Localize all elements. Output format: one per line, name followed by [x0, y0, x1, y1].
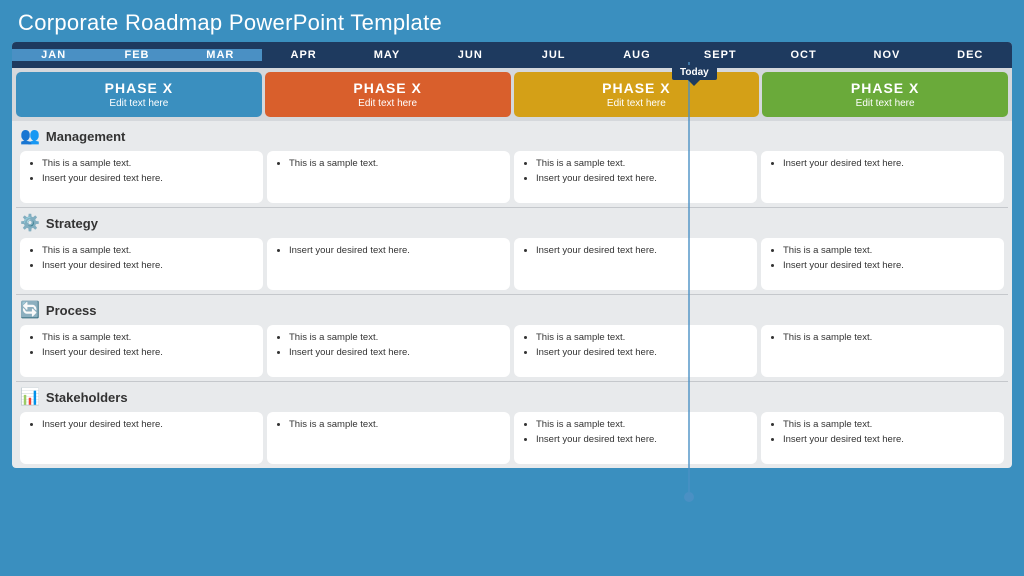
phase-sub-0: Edit text here [20, 98, 258, 109]
card-list-item: This is a sample text. [783, 331, 996, 345]
card-0-1: This is a sample text. [267, 151, 510, 203]
card-list-item: This is a sample text. [42, 157, 255, 171]
month-cell-dec: DEC [929, 49, 1012, 61]
card-1-3: This is a sample text.Insert your desire… [761, 238, 1004, 290]
card-list-item: This is a sample text. [42, 331, 255, 345]
card-0-0: This is a sample text.Insert your desire… [20, 151, 263, 203]
card-3-1: This is a sample text. [267, 412, 510, 464]
cards-row-stakeholders: Insert your desired text here.This is a … [18, 409, 1006, 468]
card-1-2: Insert your desired text here. [514, 238, 757, 290]
category-header-process: 🔄 Process [18, 298, 1006, 322]
phase-sub-2: Edit text here [518, 98, 756, 109]
card-3-0: Insert your desired text here. [20, 412, 263, 464]
card-list-item: This is a sample text. [536, 331, 749, 345]
month-cell-sept: SEPT [679, 49, 762, 61]
cards-row-process: This is a sample text.Insert your desire… [18, 322, 1006, 381]
card-3-3: This is a sample text.Insert your desire… [761, 412, 1004, 464]
phase-sub-1: Edit text here [269, 98, 507, 109]
category-header-stakeholders: 📊 Stakeholders [18, 385, 1006, 409]
card-list-item: This is a sample text. [42, 244, 255, 258]
card-0-3: Insert your desired text here. [761, 151, 1004, 203]
month-cell-feb: FEB [95, 49, 178, 61]
today-dot [684, 492, 694, 502]
category-section-management: 👥ManagementThis is a sample text.Insert … [12, 121, 1012, 207]
category-name-process: Process [46, 303, 97, 318]
category-icon-process: 🔄 [20, 300, 40, 320]
category-section-stakeholders: 📊 Stakeholders Insert your desired text he… [12, 382, 1012, 468]
card-list-item: Insert your desired text here. [783, 157, 996, 171]
card-2-2: This is a sample text.Insert your desire… [514, 325, 757, 377]
phase-box-0: PHASE X Edit text here [16, 72, 262, 117]
month-cell-may: MAY [345, 49, 428, 61]
phase-box-3: PHASE X Edit text here [762, 72, 1008, 117]
category-section-process: 🔄ProcessThis is a sample text.Insert you… [12, 295, 1012, 381]
category-icon-strategy: ⚙️ [20, 213, 40, 233]
category-section-strategy: ⚙️StrategyThis is a sample text.Insert y… [12, 208, 1012, 294]
phase-title-0: PHASE X [20, 80, 258, 96]
month-cell-jan: JAN [12, 49, 95, 61]
card-0-2: This is a sample text.Insert your desire… [514, 151, 757, 203]
card-list-item: This is a sample text. [536, 157, 749, 171]
category-icon-stakeholders: 📊 [20, 387, 40, 407]
card-list-item: This is a sample text. [289, 157, 502, 171]
category-name-stakeholders: Stakeholders [46, 390, 128, 405]
month-cell-mar: MAR [179, 49, 262, 61]
card-list-item: Insert your desired text here. [536, 433, 749, 447]
month-cell-oct: OCT [762, 49, 845, 61]
today-flag: Today [672, 65, 717, 80]
phase-title-1: PHASE X [269, 80, 507, 96]
month-cell-jun: JUN [429, 49, 512, 61]
card-list-item: Insert your desired text here. [42, 172, 255, 186]
month-cell-nov: NOV [845, 49, 928, 61]
page-title: Corporate Roadmap PowerPoint Template [0, 0, 1024, 42]
categories-container: 👥ManagementThis is a sample text.Insert … [12, 121, 1012, 468]
category-name-management: Management [46, 129, 125, 144]
month-cell-apr: APR [262, 49, 345, 61]
card-list-item: Insert your desired text here. [289, 346, 502, 360]
card-2-1: This is a sample text.Insert your desire… [267, 325, 510, 377]
card-list-item: This is a sample text. [536, 418, 749, 432]
month-cell-jul: JUL [512, 49, 595, 61]
card-list-item: This is a sample text. [783, 244, 996, 258]
today-line [688, 62, 690, 492]
card-list-item: This is a sample text. [289, 418, 502, 432]
card-list-item: Insert your desired text here. [783, 433, 996, 447]
phases-row: PHASE X Edit text here PHASE X Edit text he… [12, 68, 1012, 121]
card-list-item: Insert your desired text here. [783, 259, 996, 273]
phase-title-2: PHASE X [518, 80, 756, 96]
category-header-management: 👥 Management [18, 124, 1006, 148]
category-name-strategy: Strategy [46, 216, 98, 231]
card-list-item: This is a sample text. [289, 331, 502, 345]
card-list-item: Insert your desired text here. [536, 172, 749, 186]
card-list-item: Insert your desired text here. [42, 259, 255, 273]
phase-title-3: PHASE X [766, 80, 1004, 96]
card-3-2: This is a sample text.Insert your desire… [514, 412, 757, 464]
phase-box-1: PHASE X Edit text here [265, 72, 511, 117]
card-1-0: This is a sample text.Insert your desire… [20, 238, 263, 290]
content-area: JANFEBMARAPRMAYJUNJULAUGSEPTOCTNOVDEC PH… [12, 42, 1012, 468]
card-list-item: Insert your desired text here. [536, 346, 749, 360]
cards-row-management: This is a sample text.Insert your desire… [18, 148, 1006, 207]
card-list-item: Insert your desired text here. [42, 346, 255, 360]
card-list-item: Insert your desired text here. [42, 418, 255, 432]
cards-row-strategy: This is a sample text.Insert your desire… [18, 235, 1006, 294]
months-row: JANFEBMARAPRMAYJUNJULAUGSEPTOCTNOVDEC [12, 42, 1012, 68]
card-2-3: This is a sample text. [761, 325, 1004, 377]
month-cell-aug: AUG [595, 49, 678, 61]
category-header-strategy: ⚙️ Strategy [18, 211, 1006, 235]
phase-box-2: PHASE X Edit text here [514, 72, 760, 117]
card-list-item: Insert your desired text here. [536, 244, 749, 258]
card-list-item: This is a sample text. [783, 418, 996, 432]
card-2-0: This is a sample text.Insert your desire… [20, 325, 263, 377]
category-icon-management: 👥 [20, 126, 40, 146]
today-flag-wrapper: Today [672, 62, 717, 80]
phase-sub-3: Edit text here [766, 98, 1004, 109]
card-list-item: Insert your desired text here. [289, 244, 502, 258]
card-1-1: Insert your desired text here. [267, 238, 510, 290]
